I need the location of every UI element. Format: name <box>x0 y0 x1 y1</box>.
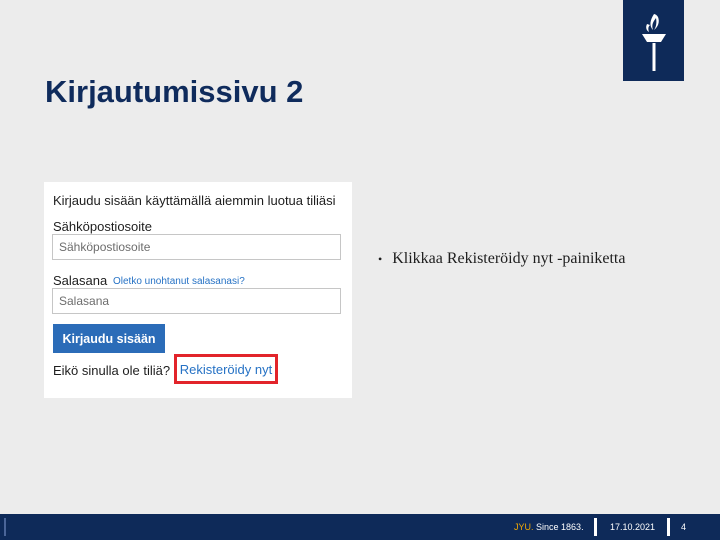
no-account-text: Eikö sinulla ole tiliä? <box>53 363 171 378</box>
register-link[interactable]: Rekisteröidy nyt <box>174 354 278 384</box>
footer-bar: JYU. Since 1863. 17.10.2021 4 <box>0 514 720 540</box>
password-label: Salasana <box>53 273 108 288</box>
university-logo <box>623 0 684 81</box>
bullet-item: • Klikkaa Rekisteröidy nyt -painiketta <box>378 250 625 268</box>
footer-mark <box>4 518 6 536</box>
email-input[interactable]: Sähköpostiosoite <box>52 234 341 260</box>
register-link-label: Rekisteröidy nyt <box>179 361 273 377</box>
footer-brand: JYU. <box>514 522 534 532</box>
login-form-screenshot: Kirjaudu sisään käyttämällä aiemmin luot… <box>44 182 352 398</box>
login-heading: Kirjaudu sisään käyttämällä aiemmin luot… <box>53 193 336 208</box>
slide-title: Kirjautumissivu 2 <box>45 74 304 109</box>
signin-button[interactable]: Kirjaudu sisään <box>53 324 165 353</box>
forgot-password-link[interactable]: Oletko unohtanut salasanasi? <box>113 276 245 287</box>
bullet-text: Klikkaa Rekisteröidy nyt -painiketta <box>392 250 626 267</box>
page-number: 4 <box>681 522 687 532</box>
footer-separator <box>667 518 670 536</box>
email-label: Sähköpostiosoite <box>53 219 153 234</box>
footer-separator <box>594 518 597 536</box>
footer-date: 17.10.2021 <box>610 522 656 532</box>
bullet-dot: • <box>378 252 383 266</box>
torch-icon <box>642 14 666 71</box>
password-input[interactable]: Salasana <box>52 288 341 314</box>
footer-tagline: JYU. Since 1863. <box>514 522 584 532</box>
footer-since: Since 1863. <box>536 522 584 532</box>
